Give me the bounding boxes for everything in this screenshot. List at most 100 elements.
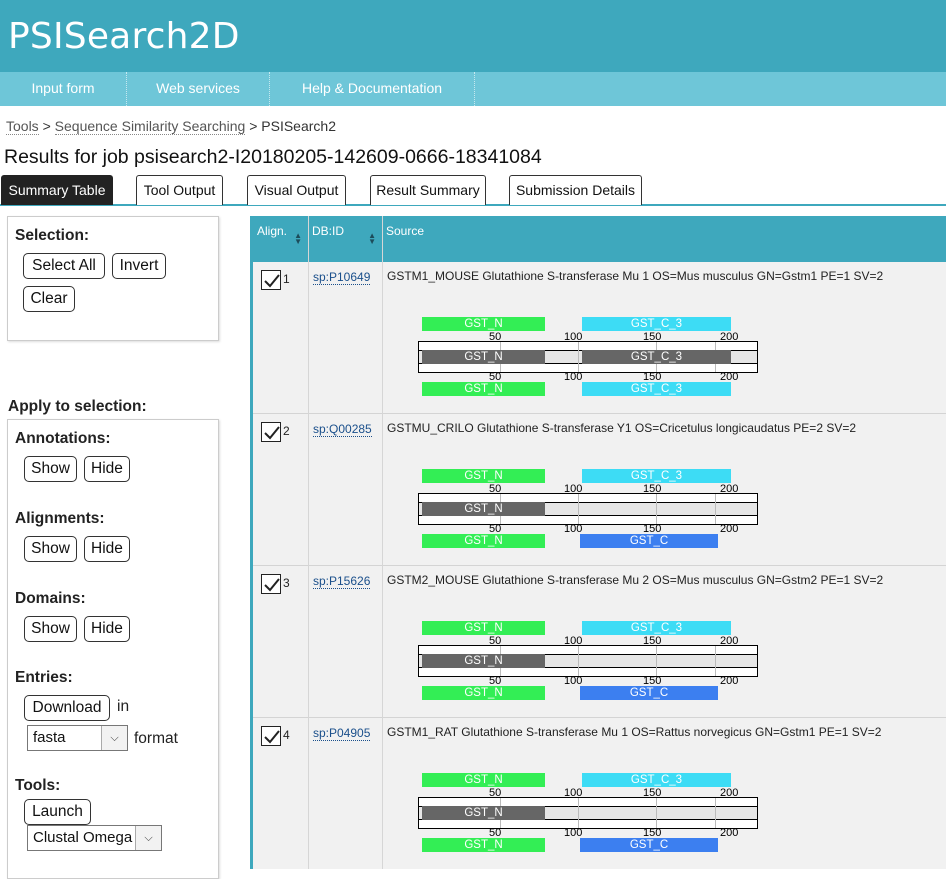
column-header-source[interactable]: Source [382,216,946,262]
source-description: GSTMU_CRILO Glutathione S-transferase Y1… [387,421,857,435]
table-row: 3 sp:P15626 GSTM2_MOUSE Glutathione S-tran… [253,566,946,718]
apply-heading: Apply to selection: [8,398,147,415]
aligned-domain[interactable]: GST_N [422,502,545,516]
db-id-link[interactable]: sp:Q00285 [313,422,372,437]
nav-web-services[interactable]: Web services [127,72,270,106]
db-id-link[interactable]: sp:P15626 [313,574,371,589]
results-table: Align. ▲ ▼ DB:ID ▲ ▼ Source 1 sp:P10649 GSTM… [250,216,946,869]
row-number: 1 [283,272,290,286]
breadcrumb-current: PSISearch2 [261,118,336,134]
axis-tick-label: 200 [720,675,739,687]
domain-track-top[interactable]: GST_C_3 [582,621,731,635]
annotations-show-button[interactable]: Show [24,456,77,482]
site-title[interactable]: PSISearch2D [8,16,240,57]
domains-hide-button[interactable]: Hide [84,616,130,642]
domain-track-bottom[interactable]: GST_N [422,382,545,396]
source-description: GSTM1_RAT Glutathione S-transferase Mu 1… [387,725,882,739]
tab-result-summary[interactable]: Result Summary [370,175,486,205]
breadcrumb-tools[interactable]: Tools [6,118,39,135]
aligned-domain[interactable]: GST_N [422,806,545,820]
tick-line [578,342,579,372]
row-checkbox[interactable] [261,574,281,594]
domain-track-top[interactable]: GST_C_3 [582,317,731,331]
tick-line [656,798,657,828]
nav-help-documentation[interactable]: Help & Documentation [270,72,475,106]
sort-icon[interactable]: ▲ ▼ [368,232,376,246]
row-checkbox[interactable] [261,422,281,442]
page-title: Results for job psisearch2-I20180205-142… [4,146,542,168]
domain-track-bottom[interactable]: GST_N [422,534,545,548]
db-id-link[interactable]: sp:P10649 [313,270,371,285]
tick-line [578,798,579,828]
row-checkbox[interactable] [261,270,281,290]
column-header-dbid[interactable]: DB:ID ▲ ▼ [308,216,382,262]
nav-input-form[interactable]: Input form [0,72,127,106]
aligned-domain[interactable]: GST_N [422,350,545,364]
aligned-domain[interactable]: GST_N [422,654,545,668]
breadcrumb-sequence-similarity[interactable]: Sequence Similarity Searching [54,118,246,135]
invert-button[interactable]: Invert [112,253,166,279]
format-select[interactable]: fasta ⌵ [27,725,128,751]
selection-panel: Selection: Select All Invert Clear [7,216,219,341]
tick-line [715,798,716,828]
check-icon [264,730,280,744]
row-checkbox[interactable] [261,726,281,746]
domains-show-button[interactable]: Show [24,616,77,642]
axis-tick-label: 200 [720,827,739,839]
select-all-button[interactable]: Select All [23,253,105,279]
tab-submission-details[interactable]: Submission Details [509,175,642,205]
in-label: in [117,698,130,715]
source-description: GSTM1_MOUSE Glutathione S-transferase Mu… [387,269,884,283]
row-number: 3 [283,576,290,590]
column-divider [308,216,309,869]
alignments-show-button[interactable]: Show [24,536,77,562]
domain-track-bottom[interactable]: GST_C [580,686,718,700]
alignments-heading: Alignments: [15,510,105,527]
aligned-domain[interactable]: GST_C_3 [582,350,731,364]
domain-track-top[interactable]: GST_C_3 [582,773,731,787]
column-header-align[interactable]: Align. ▲ ▼ [253,216,308,262]
axis-tick-label: 200 [720,523,739,535]
breadcrumb-separator: > [249,118,258,134]
tick-line [578,646,579,676]
domain-track-bottom[interactable]: GST_C_3 [582,382,731,396]
domain-track-top[interactable]: GST_N [422,317,545,331]
main-nav: Input form Web services Help & Documenta… [0,72,946,106]
download-button[interactable]: Download [24,695,110,721]
annotations-hide-button[interactable]: Hide [84,456,130,482]
breadcrumb-separator: > [42,118,51,134]
axis-tick-label: 100 [564,371,583,383]
check-icon [264,426,280,440]
entries-heading: Entries: [15,669,73,686]
row-number: 4 [283,728,290,742]
column-header-source-label: Source [386,224,425,238]
table-row: 1 sp:P10649 GSTM1_MOUSE Glutathione S-tran… [253,262,946,414]
masthead: PSISearch2D Input form Web services Help… [0,0,946,106]
tool-select-value: Clustal Omega [33,829,133,846]
domain-track-top[interactable]: GST_C_3 [582,469,731,483]
tab-summary-table[interactable]: Summary Table [1,175,113,205]
tab-visual-output[interactable]: Visual Output [247,175,346,205]
domain-track-top[interactable]: GST_N [422,469,545,483]
domain-track-top[interactable]: GST_N [422,773,545,787]
column-header-dbid-label: DB:ID [312,224,345,238]
format-select-value: fasta [33,729,66,746]
annotations-heading: Annotations: [15,430,111,447]
result-tabs: Summary Table Tool Output Visual Output … [0,175,946,206]
table-header: Align. ▲ ▼ DB:ID ▲ ▼ Source [253,216,946,262]
alignments-hide-button[interactable]: Hide [84,536,130,562]
db-id-link[interactable]: sp:P04905 [313,726,371,741]
domain-track-bottom[interactable]: GST_C [580,534,718,548]
column-header-align-label: Align. [257,224,288,238]
tab-tool-output[interactable]: Tool Output [136,175,223,205]
tool-select[interactable]: Clustal Omega ⌵ [27,825,162,851]
source-description: GSTM2_MOUSE Glutathione S-transferase Mu… [387,573,884,587]
sort-icon[interactable]: ▲ ▼ [294,232,302,246]
clear-button[interactable]: Clear [23,286,75,312]
domain-track-bottom[interactable]: GST_N [422,686,545,700]
domain-track-top[interactable]: GST_N [422,621,545,635]
domain-track-bottom[interactable]: GST_N [422,838,545,852]
tools-heading: Tools: [15,777,61,794]
domain-track-bottom[interactable]: GST_C [580,838,718,852]
launch-button[interactable]: Launch [24,799,91,825]
